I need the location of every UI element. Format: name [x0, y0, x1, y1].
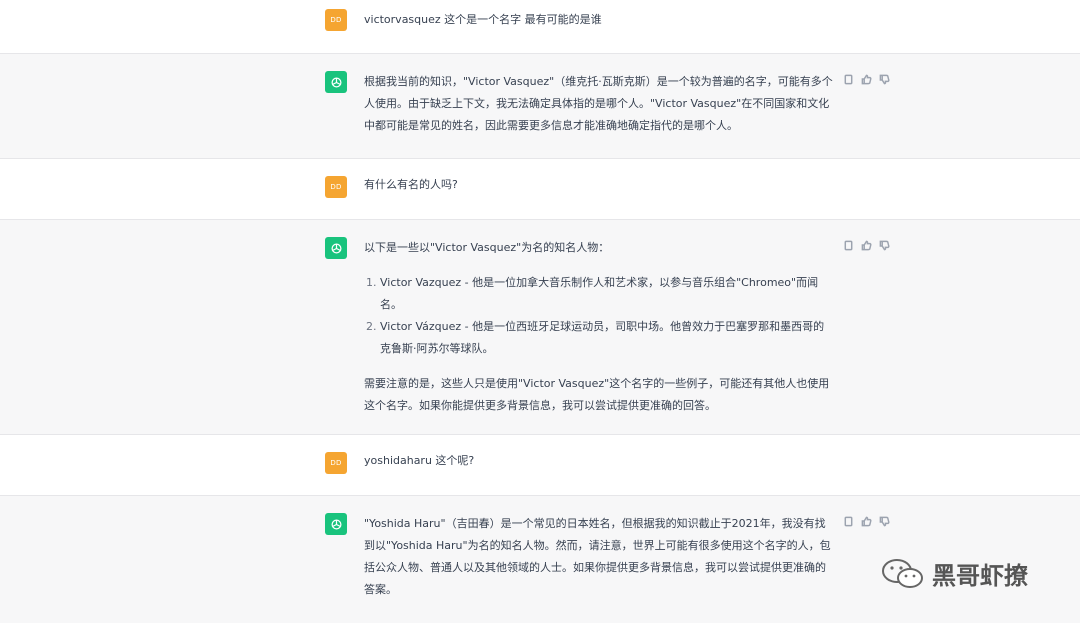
- user-message-row: DD victorvasquez 这个是一个名字 最有可能的是谁: [0, 0, 1080, 54]
- list-item: Victor Vazquez - 他是一位加拿大音乐制作人和艺术家，以参与音乐组…: [380, 272, 834, 316]
- thumbs-up-icon[interactable]: [861, 74, 872, 85]
- openai-logo-icon: [331, 77, 341, 87]
- user-avatar: DD: [325, 452, 347, 474]
- copy-icon[interactable]: [843, 240, 854, 251]
- watermark-text: 黑哥虾撩: [932, 562, 1028, 590]
- copy-icon[interactable]: [843, 74, 854, 85]
- openai-logo-icon: [331, 519, 341, 529]
- thumbs-down-icon[interactable]: [879, 74, 890, 85]
- user-message-row: DD yoshidaharu 这个呢?: [0, 435, 1080, 496]
- assistant-avatar: [325, 237, 347, 259]
- user-message-row: DD 有什么有名的人吗?: [0, 159, 1080, 220]
- message-actions: [843, 74, 890, 85]
- openai-logo-icon: [331, 243, 341, 253]
- user-message-text: yoshidaharu 这个呢?: [364, 454, 475, 467]
- list-item: Victor Vázquez - 他是一位西班牙足球运动员，司职中场。他曾效力于…: [380, 316, 834, 360]
- wechat-icon: [882, 558, 923, 588]
- message-actions: [843, 516, 890, 527]
- user-message-text: victorvasquez 这个是一个名字 最有可能的是谁: [364, 13, 602, 26]
- message-actions: [843, 240, 890, 251]
- thumbs-up-icon[interactable]: [861, 240, 872, 251]
- user-avatar: DD: [325, 176, 347, 198]
- assistant-message-text: 根据我当前的知识，"Victor Vasquez"（维克托·瓦斯克斯）是一个较为…: [364, 75, 833, 132]
- assistant-message-text: 以下是一些以"Victor Vasquez"为名的知名人物： Victor Va…: [364, 237, 834, 417]
- thumbs-up-icon[interactable]: [861, 516, 872, 527]
- thumbs-down-icon[interactable]: [879, 240, 890, 251]
- assistant-message-text: "Yoshida Haru"（吉田春）是一个常见的日本姓名，但根据我的知识截止于…: [364, 517, 831, 596]
- assistant-message-row: 根据我当前的知识，"Victor Vasquez"（维克托·瓦斯克斯）是一个较为…: [0, 54, 1080, 159]
- assistant-message-row: 以下是一些以"Victor Vasquez"为名的知名人物： Victor Va…: [0, 220, 1080, 435]
- user-avatar: DD: [325, 9, 347, 31]
- assistant-avatar: [325, 71, 347, 93]
- thumbs-down-icon[interactable]: [879, 516, 890, 527]
- notable-people-list: Victor Vazquez - 他是一位加拿大音乐制作人和艺术家，以参与音乐组…: [380, 272, 834, 360]
- user-message-text: 有什么有名的人吗?: [364, 178, 458, 191]
- watermark: 黑哥虾撩: [880, 556, 1028, 591]
- assistant-avatar: [325, 513, 347, 535]
- copy-icon[interactable]: [843, 516, 854, 527]
